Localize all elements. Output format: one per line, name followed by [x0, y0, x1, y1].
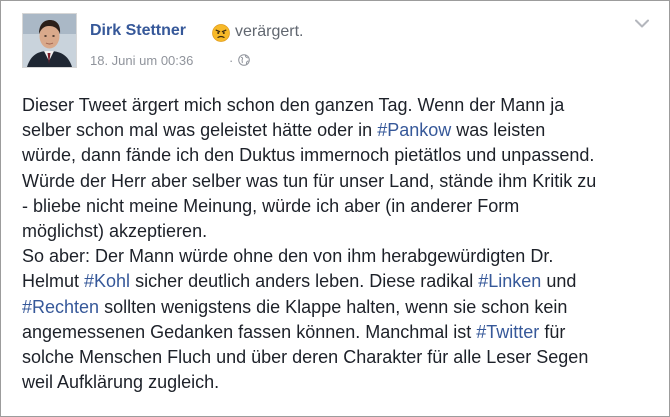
post-text-segment: was leisten — [451, 120, 546, 141]
post-text-line: weil Aufklärung zugleich. — [22, 370, 662, 395]
post-text-segment: Dieser Tweet ärgert mich schon den ganze… — [22, 95, 565, 115]
hashtag-link[interactable]: #Pankow — [377, 120, 451, 140]
post-text-line: - bliebe nicht meine Meinung, würde ich … — [22, 194, 662, 219]
author-name[interactable]: Dirk Stettner — [90, 22, 186, 40]
hashtag-link[interactable]: #Kohl — [84, 271, 130, 291]
meta-separator: · — [229, 53, 234, 68]
post-text-line: solche Menschen Fluch und über deren Cha… — [22, 345, 662, 370]
post-text-segment: möglichst) akzeptieren. — [22, 220, 208, 241]
post-text-segment: für — [539, 321, 566, 342]
post-text-line: Dieser Tweet ärgert mich schon den ganze… — [22, 93, 662, 118]
hashtag-link[interactable]: #Rechten — [22, 297, 99, 317]
post-card: Dirk Stettner verärgert. 18. Juni um 00:… — [0, 0, 670, 417]
post-text-segment: würde, dann fände ich den Duktus immerno… — [22, 145, 595, 166]
post-text-line: #Rechten sollten wenigstens die Klappe h… — [22, 295, 662, 320]
hashtag-link[interactable]: #Twitter — [476, 322, 539, 342]
post-text-segment: - bliebe nicht meine Meinung, würde ich … — [22, 195, 520, 216]
post-text-line: angemessenen Gedanken fassen können. Man… — [22, 320, 662, 345]
post-text-line: würde, dann fände ich den Duktus immerno… — [22, 143, 662, 168]
post-text-line: selber schon mal was geleistet hätte ode… — [22, 118, 662, 143]
post-text-segment: sollten wenigstens die Klappe halten, we… — [99, 296, 568, 317]
post-text-segment: weil Aufklärung zugleich. — [22, 372, 220, 393]
mood-label: verärgert. — [235, 23, 304, 40]
post-text-segment: und — [541, 271, 577, 292]
post-text-line: möglichst) akzeptieren. — [22, 219, 662, 244]
post-text-line: Würde der Herr aber selber was tun für u… — [22, 169, 662, 194]
post-text-segment: sicher deutlich anders leben. Diese radi… — [130, 271, 479, 292]
avatar[interactable] — [22, 13, 77, 68]
post-text-segment: solche Menschen Fluch und über deren Cha… — [22, 346, 589, 367]
chevron-down-icon[interactable] — [635, 19, 649, 29]
globe-icon[interactable] — [238, 54, 250, 66]
hashtag-link[interactable]: #Linken — [478, 271, 541, 291]
post-text-segment: angemessenen Gedanken fassen können. Man… — [22, 321, 477, 342]
angry-face-icon — [212, 24, 230, 42]
post-text-line: Helmut #Kohl sicher deutlich anders lebe… — [22, 269, 662, 294]
post-text: Dieser Tweet ärgert mich schon den ganze… — [22, 93, 662, 395]
post-text-line: So aber: Der Mann würde ohne den von ihm… — [22, 244, 662, 269]
post-timestamp[interactable]: 18. Juni um 00:36 — [90, 53, 193, 68]
post-text-segment: Helmut — [22, 271, 85, 292]
post-text-segment: selber schon mal was geleistet hätte ode… — [22, 120, 378, 141]
post-text-segment: Würde der Herr aber selber was tun für u… — [22, 170, 597, 191]
post-text-segment: So aber: Der Mann würde ohne den von ihm… — [22, 246, 554, 267]
